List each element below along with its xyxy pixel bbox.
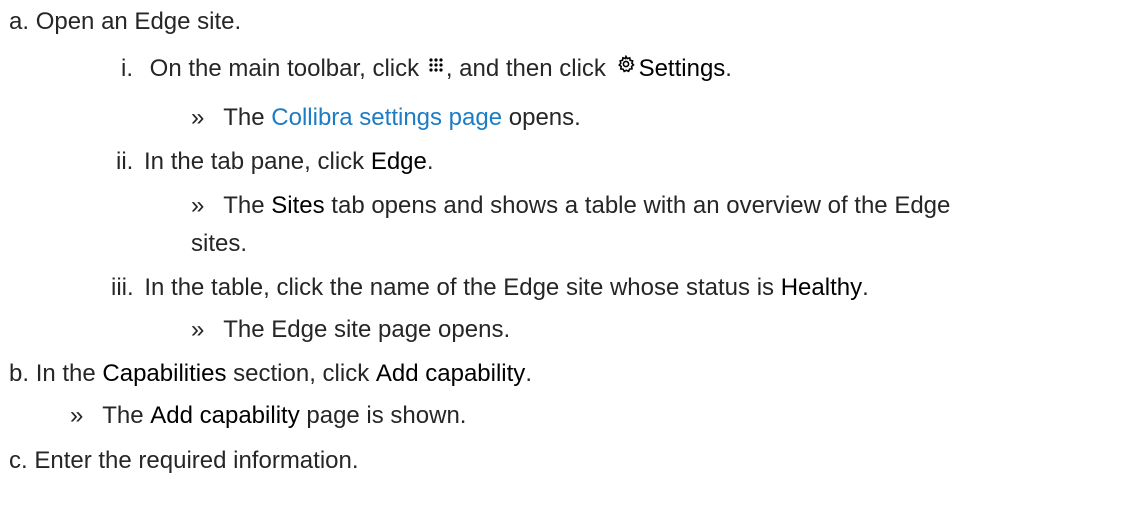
step-a-iii-text-1: In the table, click the name of the Edge… xyxy=(144,274,775,301)
step-a-i-result: » The Collibra settings page opens. xyxy=(191,103,581,133)
step-a-i-text-3: . xyxy=(725,55,732,82)
step-a-ii-result-text-1: The xyxy=(223,192,265,219)
settings-label: Settings xyxy=(638,55,726,82)
step-a-i: i. On the main toolbar, click , and then… xyxy=(121,51,732,84)
capabilities-label: Capabilities xyxy=(102,360,227,387)
result-marker: » xyxy=(70,402,84,429)
result-marker: » xyxy=(191,104,205,131)
step-b-marker: b. xyxy=(9,360,30,387)
add-capability-label: Add capability xyxy=(375,360,526,387)
step-a-iii-result-text: The Edge site page opens. xyxy=(223,316,511,343)
collibra-settings-link[interactable]: Collibra settings page xyxy=(271,104,502,131)
step-a-ii-result: » The Sites tab opens and shows a table … xyxy=(191,191,950,221)
apps-grid-icon xyxy=(428,51,444,72)
step-a-ii-text-1: In the tab pane, click xyxy=(144,148,365,175)
step-b-text-3: . xyxy=(525,360,532,387)
result-marker: » xyxy=(191,316,205,343)
step-b: b. In the Capabilities section, click Ad… xyxy=(9,359,532,389)
step-a: a. Open an Edge site. xyxy=(9,7,241,37)
step-a-ii-marker: ii. xyxy=(116,148,134,175)
healthy-label: Healthy xyxy=(780,274,863,301)
result-marker: » xyxy=(191,192,205,219)
step-a-iii: iii. In the table, click the name of the… xyxy=(111,273,869,303)
step-a-iii-result: » The Edge site page opens. xyxy=(191,315,510,345)
step-b-result: » The Add capability page is shown. xyxy=(70,401,466,431)
step-a-i-marker: i. xyxy=(121,55,133,82)
step-a-ii-result-cont: sites. xyxy=(191,229,247,259)
step-c-text: Enter the required information. xyxy=(34,447,359,474)
step-b-text-2: section, click xyxy=(233,360,370,387)
step-a-ii: ii. In the tab pane, click Edge. xyxy=(116,147,434,177)
gear-icon xyxy=(617,51,635,73)
edge-label: Edge xyxy=(370,148,427,175)
step-a-ii-text-2: . xyxy=(426,148,434,175)
step-a-text: Open an Edge site. xyxy=(35,8,242,35)
step-a-iii-marker: iii. xyxy=(111,274,134,301)
step-c-marker: c. xyxy=(9,447,28,474)
step-c: c. Enter the required information. xyxy=(9,446,359,476)
step-a-i-result-text-2: opens. xyxy=(508,104,581,131)
step-a-iii-text-2: . xyxy=(862,274,869,301)
step-a-i-text-2: , and then click xyxy=(445,55,606,82)
step-b-result-text-1: The xyxy=(102,402,144,429)
result-add-capability-label: Add capability xyxy=(150,402,300,429)
sites-label: Sites xyxy=(271,192,325,219)
step-b-text-1: In the xyxy=(35,360,96,387)
step-b-result-text-2: page is shown. xyxy=(306,402,467,429)
step-a-ii-result-text-2: tab opens and shows a table with an over… xyxy=(331,192,951,219)
step-a-i-result-text-1: The xyxy=(223,104,265,131)
step-a-ii-result-text-3: sites. xyxy=(191,230,248,257)
step-a-i-text-1: On the main toolbar, click xyxy=(149,55,420,82)
step-a-marker: a. xyxy=(9,8,30,35)
